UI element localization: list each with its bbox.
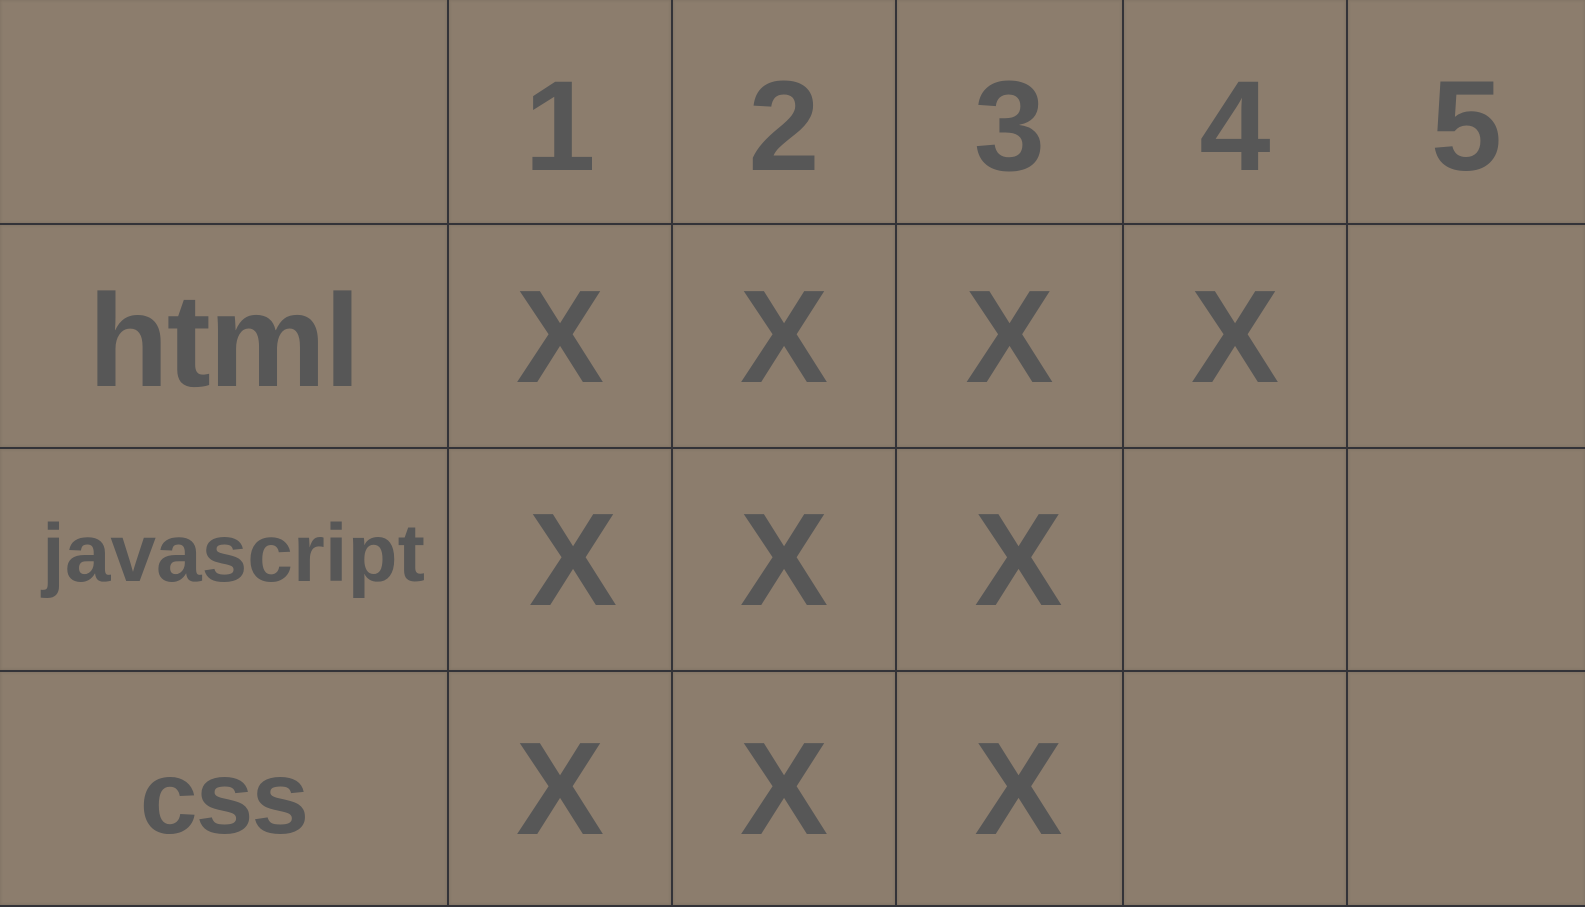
mark-html-1: X xyxy=(449,225,673,449)
mark-javascript-1: X xyxy=(449,449,673,672)
mark-html-3: X xyxy=(897,225,1124,449)
mark-javascript-2: X xyxy=(673,449,897,672)
mark-css-5 xyxy=(1348,672,1585,907)
column-header-5: 5 xyxy=(1348,0,1585,225)
mark-html-2: X xyxy=(673,225,897,449)
row-label-css: css xyxy=(0,672,449,907)
mark-css-3: X xyxy=(897,672,1124,907)
column-header-3: 3 xyxy=(897,0,1124,225)
row-label-html: html xyxy=(0,225,449,449)
mark-css-4 xyxy=(1124,672,1348,907)
column-header-2: 2 xyxy=(673,0,897,225)
mark-css-2: X xyxy=(673,672,897,907)
corner-cell xyxy=(0,0,449,225)
mark-html-5 xyxy=(1348,225,1585,449)
mark-html-4: X xyxy=(1124,225,1348,449)
column-header-4: 4 xyxy=(1124,0,1348,225)
row-label-javascript: javascript xyxy=(0,449,449,672)
mark-css-1: X xyxy=(449,672,673,907)
column-header-1: 1 xyxy=(449,0,673,225)
skills-grid: 1 2 3 4 5 html X X X X javascript X X X … xyxy=(0,0,1585,907)
mark-javascript-4 xyxy=(1124,449,1348,672)
mark-javascript-5 xyxy=(1348,449,1585,672)
mark-javascript-3: X xyxy=(897,449,1124,672)
